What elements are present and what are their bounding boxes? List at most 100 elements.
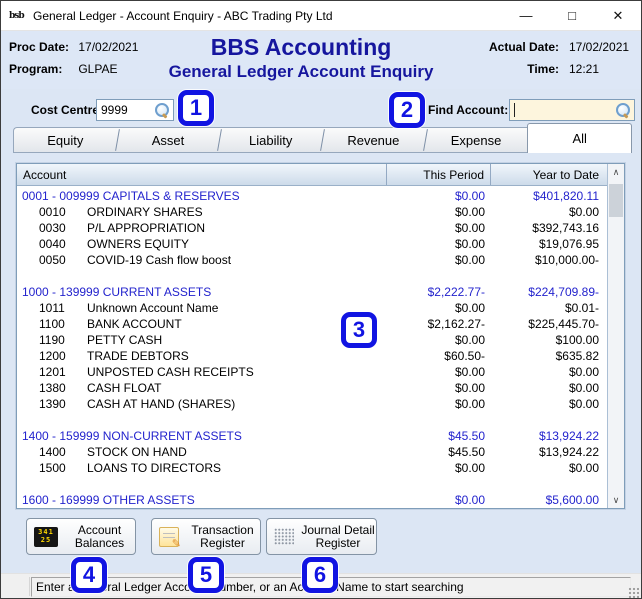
tab-liability[interactable]: Liability [219,127,323,153]
this-period-cell: $0.00 [454,221,485,235]
account-cell: 1380 CASH FLOAT [17,380,387,396]
account-balances-icon: 341 25 [34,526,58,547]
year-to-date-cell: $0.00 [568,397,599,411]
actual-date-label: Actual Date: [488,40,559,54]
account-row[interactable]: 1201 UNPOSTED CASH RECEIPTS $0.00 $0.00 [17,364,607,380]
column-header-this-period[interactable]: This Period [387,164,491,185]
annotation-marker-2: 2 [389,92,425,128]
vertical-scrollbar[interactable]: ∧ ∨ [607,164,624,508]
magnifier-icon[interactable] [616,103,630,117]
actual-date-value: 17/02/2021 [569,40,630,54]
spacer-row [17,268,607,284]
button-label: Account Balances [74,522,125,550]
account-row[interactable]: 1400 STOCK ON HAND $45.50 $13,924.22 [17,444,607,460]
account-balances-button[interactable]: 341 25 Account Balances [26,518,136,555]
year-to-date-cell: $635.82 [555,349,599,363]
this-period-cell: $2,222.77- [427,285,485,299]
header-right: Actual Date: 17/02/2021 Time: 12:21 [475,40,633,84]
account-row[interactable]: 1200 TRADE DEBTORS $60.50- $635.82 [17,348,607,364]
journal-detail-register-button[interactable]: Journal Detail Register [266,518,377,555]
table-header: Account This Period Year to Date [17,164,624,186]
account-code: 1100 [39,317,65,331]
account-row[interactable]: 0040 OWNERS EQUITY $0.00 $19,076.95 [17,236,607,252]
account-row[interactable]: 0050 COVID-19 Cash flow boost $0.00 $10,000… [17,252,607,268]
account-row[interactable]: 1500 LOANS TO DIRECTORS $0.00 $0.00 [17,460,607,476]
year-to-date-cell: $0.00 [568,205,599,219]
year-to-date-cell: $392,743.16 [532,221,599,235]
magnifier-icon[interactable] [155,103,169,117]
this-period-cell: $45.50 [448,445,485,459]
transaction-register-icon [159,526,181,550]
app-title: BBS Accounting [210,34,392,60]
account-cell: 1200 TRADE DEBTORS [17,348,387,364]
maximize-button[interactable]: □ [549,1,595,30]
account-code: 0030 [39,221,66,235]
column-header-account[interactable]: Account [17,164,387,185]
account-row[interactable]: 0010 ORDINARY SHARES $0.00 $0.00 [17,204,607,220]
account-code: 0010 [39,205,66,219]
year-to-date-cell: $0.00 [568,365,599,379]
account-name: P/L APPROPRIATION [87,221,206,235]
account-cell: 1390 CASH AT HAND (SHARES) [17,396,387,412]
account-row[interactable]: 1190 PETTY CASH $0.00 $100.00 [17,332,607,348]
time-label: Time: [527,62,559,76]
scrollbar-track[interactable] [608,180,624,492]
year-to-date-cell: $0.01- [564,301,599,315]
scroll-up-icon[interactable]: ∧ [608,164,624,180]
account-cell: 1400 - 159999 NON-CURRENT ASSETS [22,429,242,443]
account-code: 1201 [39,365,66,379]
transaction-register-button[interactable]: Transaction Register [151,518,261,555]
this-period-cell: $45.50 [448,429,485,443]
text-caret [514,103,515,117]
section-row[interactable]: 1000 - 139999 CURRENT ASSETS $2,222.77- $2… [17,284,607,300]
year-to-date-cell: $19,076.95 [538,237,599,251]
minimize-button[interactable]: — [503,1,549,30]
tab-all[interactable]: All [527,123,633,153]
account-name: COVID-19 Cash flow boost [87,253,232,267]
this-period-cell: $0.00 [454,461,485,475]
program-value: GLPAE [78,62,118,76]
button-label: Journal Detail Register [301,522,375,550]
tab-asset[interactable]: Asset [116,127,220,153]
account-code: 1390 [39,397,66,411]
cost-centre-input[interactable]: 9999 [96,99,174,121]
scroll-down-icon[interactable]: ∨ [608,492,624,508]
account-name: Unknown Account Name [87,301,219,315]
account-cell: 1500 LOANS TO DIRECTORS [17,460,387,476]
tab-revenue[interactable]: Revenue [322,127,425,153]
account-name: STOCK ON HAND [87,445,187,459]
account-code: 1380 [39,381,66,395]
app-window: bsb General Ledger - Account Enquiry - A… [0,0,642,599]
section-row[interactable]: 1400 - 159999 NON-CURRENT ASSETS $45.50 $1… [17,428,607,444]
header-left: Proc Date: 17/02/2021 Program: GLPAE [9,40,138,84]
find-account-input[interactable] [509,99,635,121]
account-name: CASH FLOAT [87,381,162,395]
column-header-year-to-date[interactable]: Year to Date [491,164,607,185]
account-row[interactable]: 0030 P/L APPROPRIATION $0.00 $392,743.16 [17,220,607,236]
account-cell: 0040 OWNERS EQUITY [17,236,387,252]
account-row[interactable]: 1011 Unknown Account Name $0.00 $0.01- [17,300,607,316]
section-row[interactable]: 0001 - 009999 CAPITALS & RESERVES $0.00 $4… [17,188,607,204]
section-row[interactable]: 1600 - 169999 OTHER ASSETS $0.00 $5,600.00 [17,492,607,508]
journal-detail-register-icon [274,528,294,545]
account-row[interactable]: 1100 BANK ACCOUNT $2,162.27- $225,445.70- [17,316,607,332]
this-period-cell: $0.00 [454,237,485,251]
resize-grip-icon[interactable] [628,587,639,598]
this-period-cell: $0.00 [454,189,485,203]
title-bar: bsb General Ledger - Account Enquiry - A… [1,1,641,31]
account-row[interactable]: 1390 CASH AT HAND (SHARES) $0.00 $0.00 [17,396,607,412]
account-name: OWNERS EQUITY [87,237,190,251]
account-cell: 1000 - 139999 CURRENT ASSETS [22,285,212,299]
annotation-marker-1: 1 [178,90,214,126]
account-name: LOANS TO DIRECTORS [87,461,222,475]
close-button[interactable]: ✕ [595,1,641,30]
tab-expense[interactable]: Expense [424,127,528,153]
account-code: 1011 [39,301,65,315]
account-cell: 0050 COVID-19 Cash flow boost [17,252,387,268]
account-row[interactable]: 1380 CASH FLOAT $0.00 $0.00 [17,380,607,396]
tab-equity[interactable]: Equity [13,127,117,153]
account-cell: 0001 - 009999 CAPITALS & RESERVES [22,189,240,203]
account-table: Account This Period Year to Date 0001 - … [16,163,625,509]
window-controls: — □ ✕ [503,1,641,30]
scrollbar-thumb[interactable] [609,184,623,217]
